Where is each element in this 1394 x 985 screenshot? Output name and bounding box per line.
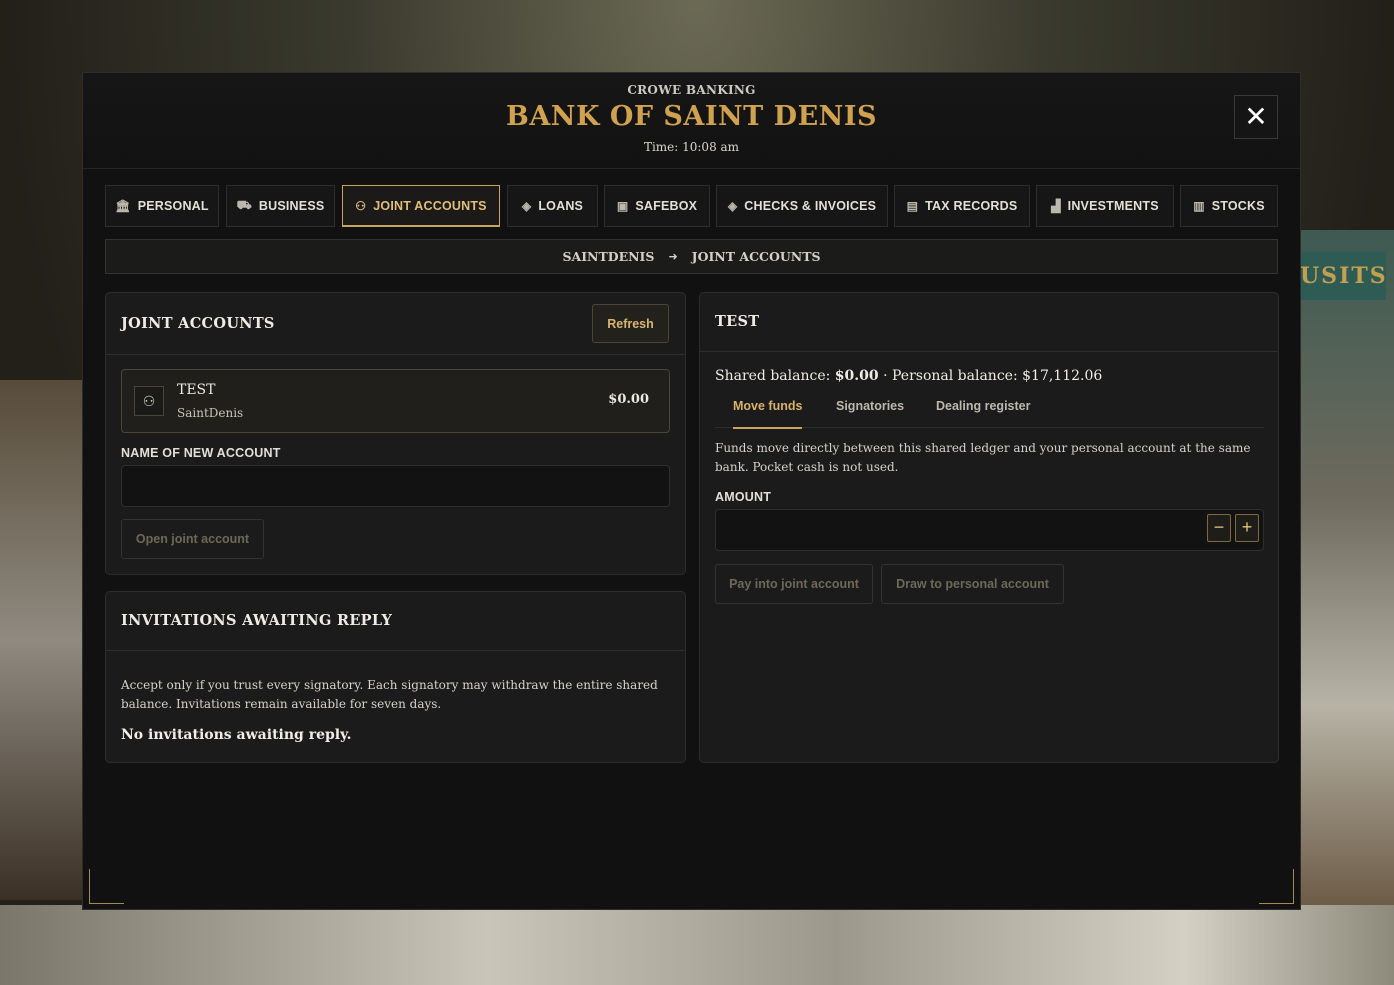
- increment-button[interactable]: +: [1235, 514, 1259, 542]
- joint-accounts-icon: ⚇: [355, 198, 367, 213]
- card-header: JOINT ACCOUNTS Refresh: [106, 293, 685, 355]
- background-floor: [0, 905, 1394, 985]
- joint-account-row[interactable]: ⚇ TEST SaintDenis $0.00: [121, 369, 670, 433]
- background-scene-right: [1299, 230, 1394, 910]
- tab-personal[interactable]: 🏛 PERSONAL: [105, 185, 219, 227]
- tab-bar: 🏛 PERSONAL ⛟ BUSINESS ⚇ JOINT ACCOUNTS ◈…: [105, 185, 1278, 227]
- tax-records-icon: ▤: [906, 199, 919, 213]
- bank-time: Time: 10:08 am: [643, 140, 740, 154]
- tab-investments[interactable]: ▟ INVESTMENTS: [1036, 185, 1174, 227]
- subtab-dealing-register[interactable]: Dealing register: [936, 393, 1030, 427]
- card-header: INVITATIONS AWAITING REPLY: [106, 592, 685, 651]
- separator: ·: [883, 368, 888, 384]
- tab-label: LOANS: [538, 199, 584, 213]
- decrement-button[interactable]: −: [1207, 514, 1231, 542]
- invitations-empty-message: No invitations awaiting reply.: [121, 727, 352, 743]
- safebox-icon: ▣: [616, 199, 629, 213]
- tab-stocks[interactable]: ▥ STOCKS: [1180, 185, 1278, 227]
- bank-icon: 🏛: [115, 199, 131, 213]
- card-title: JOINT ACCOUNTS: [121, 315, 275, 332]
- corner-ornament: [1259, 869, 1294, 904]
- breadcrumb-section: JOINT ACCOUNTS: [691, 249, 821, 264]
- invitation-notice: Accept only if you trust every signatory…: [121, 678, 658, 711]
- breadcrumb-bank: SAINTDENIS: [562, 249, 655, 264]
- draw-to-personal-account-button[interactable]: Draw to personal account: [881, 564, 1064, 604]
- bank-modal: CROWE BANKING BANK OF SAINT DENIS Time: …: [82, 72, 1301, 910]
- refresh-button[interactable]: Refresh: [592, 304, 669, 343]
- tab-checks-invoices[interactable]: ◈ CHECKS & INVOICES: [716, 185, 888, 227]
- tab-label: JOINT ACCOUNTS: [373, 198, 487, 213]
- card-title: INVITATIONS AWAITING REPLY: [121, 612, 393, 629]
- breadcrumb: SAINTDENIS ➜ JOINT ACCOUNTS: [105, 239, 1278, 274]
- tab-safebox[interactable]: ▣ SAFEBOX: [604, 185, 710, 227]
- account-name: TEST: [177, 382, 216, 398]
- background-sign: USITS: [1300, 252, 1386, 300]
- tab-tax-records[interactable]: ▤ TAX RECORDS: [894, 185, 1030, 227]
- personal-balance-label: Personal balance:: [892, 368, 1018, 384]
- investments-icon: ▟: [1051, 199, 1061, 213]
- tab-label: CHECKS & INVOICES: [744, 199, 877, 213]
- joint-accounts-icon: ⚇: [134, 386, 164, 416]
- amount-label: AMOUNT: [715, 490, 772, 504]
- balance-line: Shared balance: $0.00 · Personal balance…: [715, 367, 1102, 386]
- subtab-signatories[interactable]: Signatories: [836, 393, 904, 427]
- subtab-bar: Move funds Signatories Dealing register: [715, 393, 1264, 429]
- bank-title: BANK OF SAINT DENIS: [506, 101, 877, 132]
- account-detail-title: TEST: [715, 313, 760, 330]
- minus-icon: −: [1213, 517, 1225, 537]
- bank-subtitle: CROWE BANKING: [627, 83, 756, 97]
- loans-icon: ◈: [521, 199, 532, 213]
- tab-label: PERSONAL: [137, 199, 209, 213]
- tab-label: SAFEBOX: [635, 199, 698, 213]
- amount-field: − +: [715, 509, 1264, 551]
- tab-loans[interactable]: ◈ LOANS: [507, 185, 598, 227]
- background-scene-left: [0, 380, 90, 900]
- open-joint-account-button[interactable]: Open joint account: [121, 519, 264, 559]
- pay-into-joint-account-button[interactable]: Pay into joint account: [715, 564, 873, 604]
- modal-header: CROWE BANKING BANK OF SAINT DENIS Time: …: [83, 73, 1300, 169]
- move-funds-info: Funds move directly between this shared …: [715, 441, 1251, 474]
- checks-icon: ◈: [727, 199, 738, 213]
- shared-balance-label: Shared balance:: [715, 368, 831, 384]
- subtab-move-funds[interactable]: Move funds: [733, 393, 803, 429]
- tab-label: BUSINESS: [258, 199, 325, 213]
- corner-ornament: [89, 869, 124, 904]
- arrow-right-icon: ➜: [668, 250, 678, 263]
- plus-icon: +: [1241, 517, 1253, 537]
- joint-accounts-card: JOINT ACCOUNTS Refresh ⚇ TEST SaintDenis…: [105, 292, 686, 575]
- shared-balance-value: $0.00: [834, 368, 879, 384]
- tab-business[interactable]: ⛟ BUSINESS: [226, 185, 335, 227]
- invitations-card: INVITATIONS AWAITING REPLY Accept only i…: [105, 591, 686, 763]
- tab-label: STOCKS: [1211, 199, 1265, 213]
- close-icon: ✕: [1244, 101, 1268, 132]
- account-balance: $0.00: [608, 392, 649, 407]
- business-icon: ⛟: [236, 198, 252, 212]
- card-header: TEST: [700, 293, 1278, 352]
- tab-label: INVESTMENTS: [1067, 199, 1159, 213]
- account-detail-card: TEST Shared balance: $0.00 · Personal ba…: [699, 292, 1279, 763]
- new-account-name-input[interactable]: [121, 465, 670, 507]
- close-button[interactable]: ✕: [1234, 95, 1278, 139]
- stocks-icon: ▥: [1193, 199, 1205, 213]
- tab-label: TAX RECORDS: [925, 199, 1018, 213]
- amount-input[interactable]: [715, 509, 1264, 551]
- account-bank: SaintDenis: [177, 406, 244, 420]
- personal-balance-value: $17,112.06: [1022, 368, 1103, 384]
- new-account-label: NAME OF NEW ACCOUNT: [121, 446, 281, 460]
- tab-joint-accounts[interactable]: ⚇ JOINT ACCOUNTS: [342, 185, 500, 227]
